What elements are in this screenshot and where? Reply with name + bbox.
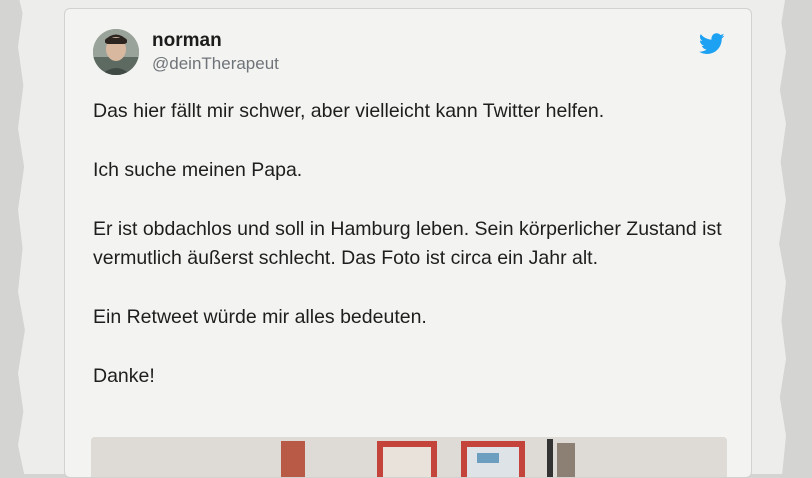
author-name[interactable]: norman xyxy=(152,29,279,53)
tweet-paragraph-1: Das hier fällt mir schwer, aber vielleic… xyxy=(93,100,605,122)
author-handle[interactable]: @deinTherapeut xyxy=(152,53,279,75)
avatar[interactable] xyxy=(93,29,139,75)
author-info: norman @deinTherapeut xyxy=(152,29,279,75)
tweet-paragraph-2: Ich suche meinen Papa. xyxy=(93,159,303,181)
tweet-photo-image xyxy=(91,437,727,477)
tweet-paragraph-3: Er ist obdachlos und soll in Hamburg leb… xyxy=(93,218,722,269)
twitter-bird-icon[interactable] xyxy=(698,33,725,55)
tweet-photo[interactable] xyxy=(91,437,727,477)
tweet-card: norman @deinTherapeut Das hier fällt mir… xyxy=(64,8,752,478)
avatar-photo xyxy=(93,29,139,75)
tweet-paragraph-5: Danke! xyxy=(93,365,155,387)
tweet-paragraph-4: Ein Retweet würde mir alles bedeuten. xyxy=(93,306,427,328)
tweet-text: Das hier fällt mir schwer, aber vielleic… xyxy=(93,97,723,421)
